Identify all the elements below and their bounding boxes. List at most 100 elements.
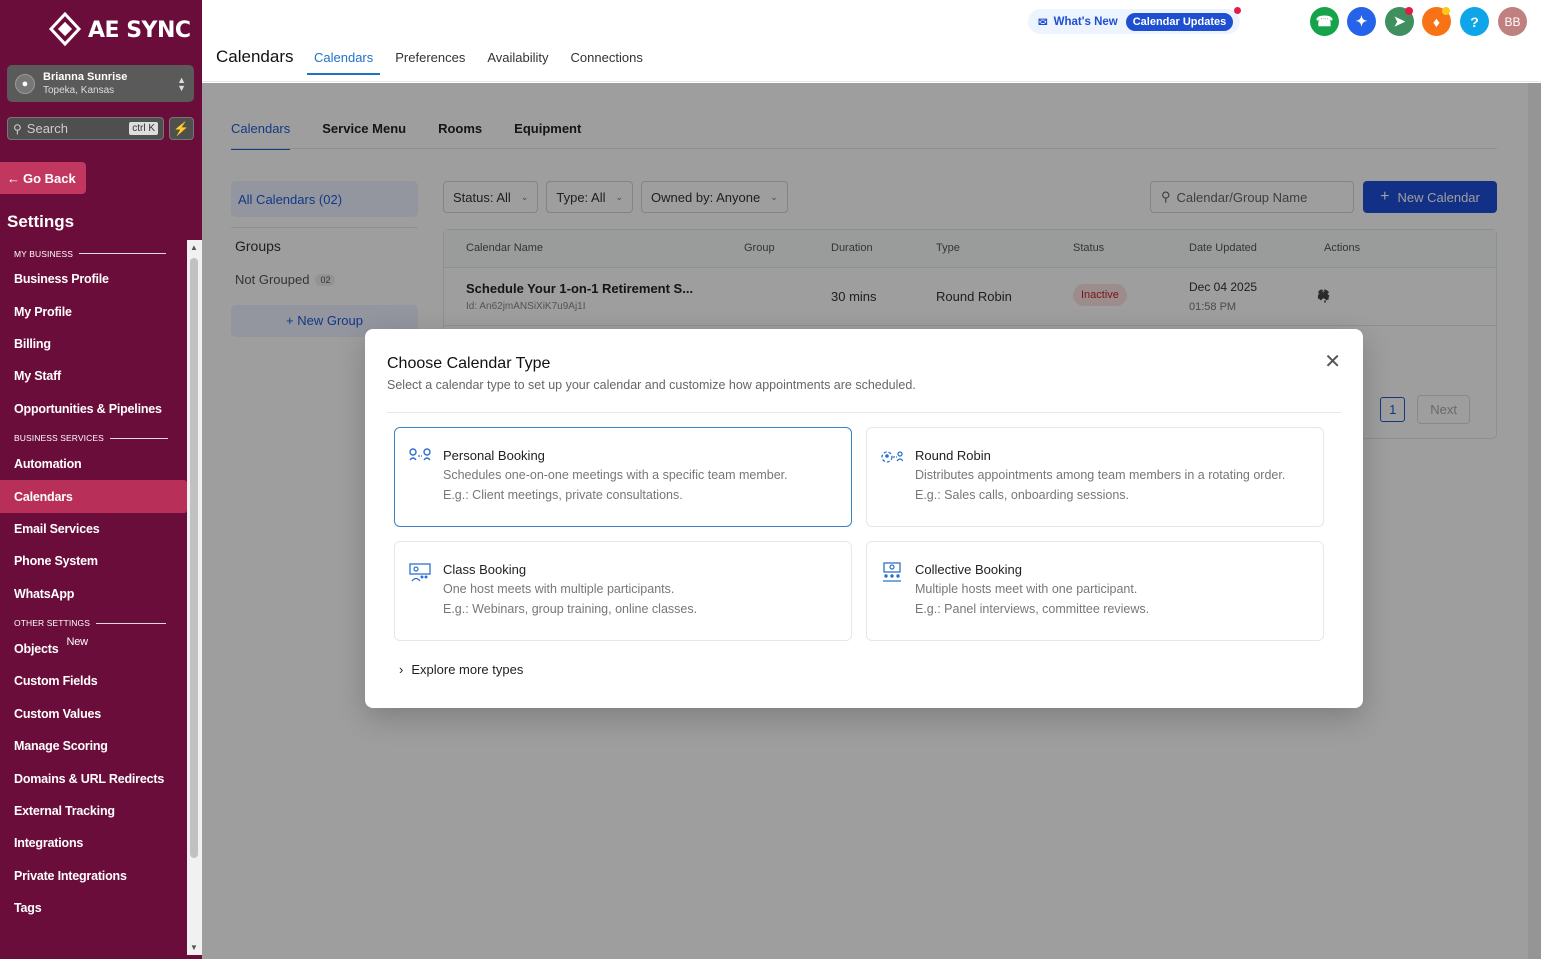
tab-preferences[interactable]: Preferences xyxy=(388,50,472,75)
card-example: E.g.: Panel interviews, committee review… xyxy=(915,602,1150,616)
tab-connections[interactable]: Connections xyxy=(564,50,650,75)
megaphone-icon[interactable]: ➤ xyxy=(1385,7,1414,36)
help-icon[interactable]: ? xyxy=(1460,7,1489,36)
nav-item-opportunities-pipelines[interactable]: Opportunities & Pipelines xyxy=(0,393,187,425)
class-booking-icon xyxy=(409,563,431,582)
brand-name: AE SYNC xyxy=(88,17,191,43)
card-example: E.g.: Sales calls, onboarding sessions. xyxy=(915,488,1130,502)
calendar-updates-pill[interactable]: Calendar Updates xyxy=(1125,12,1234,31)
top-tabs: Calendars Preferences Availability Conne… xyxy=(307,50,658,75)
collective-booking-icon xyxy=(883,562,901,582)
card-description: One host meets with multiple participant… xyxy=(443,582,675,596)
nav-item-manage-scoring[interactable]: Manage Scoring xyxy=(0,730,187,762)
card-title: Collective Booking xyxy=(915,562,1022,577)
section-label: MY BUSINESS xyxy=(14,248,74,259)
ae-sync-logo-icon xyxy=(48,12,82,47)
nav-item-tags[interactable]: Tags xyxy=(0,892,187,924)
nav-item-custom-fields[interactable]: Custom Fields xyxy=(0,665,187,697)
location-avatar-icon: ● xyxy=(15,73,35,94)
personal-booking-icon xyxy=(409,448,431,461)
card-description: Distributes appointments among team memb… xyxy=(915,468,1286,482)
class-booking-card[interactable]: Class Booking One host meets with multip… xyxy=(394,541,852,641)
chevron-updown-icon: ▲ ▼ xyxy=(177,74,186,93)
round-robin-card[interactable]: Round Robin Distributes appointments amo… xyxy=(866,427,1324,527)
explore-more-label: Explore more types xyxy=(411,662,524,677)
nav-item-phone-system[interactable]: Phone System xyxy=(0,545,187,577)
arrow-left-icon: ← xyxy=(7,170,20,186)
scroll-down-icon[interactable]: ▼ xyxy=(190,943,198,952)
divider xyxy=(96,622,167,624)
nav-item-my-staff[interactable]: My Staff xyxy=(0,360,187,392)
whats-new-label: What's New xyxy=(1053,15,1118,28)
nav-item-label: Objects xyxy=(14,642,59,657)
card-title: Class Booking xyxy=(443,562,527,577)
sidebar-scrollbar[interactable]: ▲ ▼ xyxy=(187,240,202,955)
divider xyxy=(79,253,167,254)
card-title: Personal Booking xyxy=(443,448,545,463)
notification-dot xyxy=(1405,7,1413,15)
brand-logo[interactable]: AE SYNC xyxy=(48,12,191,48)
nav-item-objects[interactable]: Objects New xyxy=(0,633,187,665)
nav-section-business-services: BUSINESS SERVICES xyxy=(0,429,187,448)
divider xyxy=(109,437,168,439)
account-switcher[interactable]: ● Brianna Sunrise Topeka, Kansas ▲ ▼ xyxy=(7,65,194,102)
card-description: Multiple hosts meet with one participant… xyxy=(915,582,1138,596)
quick-actions-bolt-icon[interactable]: ⚡ xyxy=(169,117,194,140)
card-example: E.g.: Client meetings, private consultat… xyxy=(443,488,683,502)
notification-dot xyxy=(1442,7,1450,15)
account-name: Brianna Sunrise xyxy=(43,70,128,83)
card-title: Round Robin xyxy=(915,448,991,463)
announcement-icon: ✉ xyxy=(1038,16,1048,29)
nav-item-private-integrations[interactable]: Private Integrations xyxy=(0,860,187,892)
sidebar: AE SYNC ● Brianna Sunrise Topeka, Kansas… xyxy=(0,0,202,959)
nav-item-my-profile[interactable]: My Profile xyxy=(0,295,187,327)
nav-item-billing[interactable]: Billing xyxy=(0,328,187,360)
divider xyxy=(387,412,1341,413)
new-badge: New xyxy=(66,636,88,649)
nav-item-custom-values[interactable]: Custom Values xyxy=(0,698,187,730)
nav-section-my-business: MY BUSINESS xyxy=(0,244,187,263)
section-label: BUSINESS SERVICES xyxy=(14,433,104,444)
phone-icon[interactable]: ☎ xyxy=(1310,7,1339,36)
bell-icon[interactable]: ♦ xyxy=(1422,7,1451,36)
settings-title: Settings xyxy=(7,212,75,231)
round-robin-icon xyxy=(881,451,903,463)
nav-item-automation[interactable]: Automation xyxy=(0,448,187,480)
settings-nav: MY BUSINESS Business Profile My Profile … xyxy=(0,240,187,955)
section-label: OTHER SETTINGS xyxy=(14,618,91,629)
close-icon[interactable]: ✕ xyxy=(1324,349,1341,374)
tab-calendars[interactable]: Calendars xyxy=(307,50,381,75)
choose-calendar-type-modal: Choose Calendar Type Select a calendar t… xyxy=(365,329,1363,708)
ai-sparkle-icon[interactable]: ✦ xyxy=(1347,7,1376,36)
modal-subtitle: Select a calendar type to set up your ca… xyxy=(387,378,916,392)
nav-item-business-profile[interactable]: Business Profile xyxy=(0,263,187,295)
explore-more-types-toggle[interactable]: › Explore more types xyxy=(399,662,523,677)
go-back-label: Go Back xyxy=(23,170,76,186)
whats-new-banner[interactable]: ✉ What's New Calendar Updates xyxy=(1028,7,1241,34)
page-title: Calendars xyxy=(216,47,294,66)
nav-item-domains-url-redirects[interactable]: Domains & URL Redirects xyxy=(0,762,187,794)
modal-title: Choose Calendar Type xyxy=(387,355,551,372)
top-header: Calendars Calendars Preferences Availabi… xyxy=(202,0,1541,82)
user-avatar[interactable]: BB xyxy=(1498,7,1527,36)
sidebar-search-input[interactable]: ⚲ Search ctrl K xyxy=(7,117,164,140)
tab-availability[interactable]: Availability xyxy=(480,50,555,75)
nav-item-external-tracking[interactable]: External Tracking xyxy=(0,795,187,827)
card-description: Schedules one-on-one meetings with a spe… xyxy=(443,468,788,482)
search-shortcut: ctrl K xyxy=(129,122,158,135)
nav-item-whatsapp[interactable]: WhatsApp xyxy=(0,578,187,610)
notification-dot xyxy=(1234,7,1241,14)
search-placeholder: Search xyxy=(26,121,68,136)
scrollbar-thumb[interactable] xyxy=(190,258,198,858)
nav-item-calendars[interactable]: Calendars xyxy=(0,480,187,513)
nav-section-other-settings: OTHER SETTINGS xyxy=(0,614,187,633)
search-icon: ⚲ xyxy=(13,121,22,136)
scroll-up-icon[interactable]: ▲ xyxy=(190,243,198,252)
collective-booking-card[interactable]: Collective Booking Multiple hosts meet w… xyxy=(866,541,1324,641)
nav-item-email-services[interactable]: Email Services xyxy=(0,513,187,545)
nav-item-integrations[interactable]: Integrations xyxy=(0,827,187,859)
personal-booking-card[interactable]: Personal Booking Schedules one-on-one me… xyxy=(394,427,852,527)
account-location: Topeka, Kansas xyxy=(43,84,115,96)
go-back-button[interactable]: ← Go Back xyxy=(0,162,86,194)
card-example: E.g.: Webinars, group training, online c… xyxy=(443,602,698,616)
